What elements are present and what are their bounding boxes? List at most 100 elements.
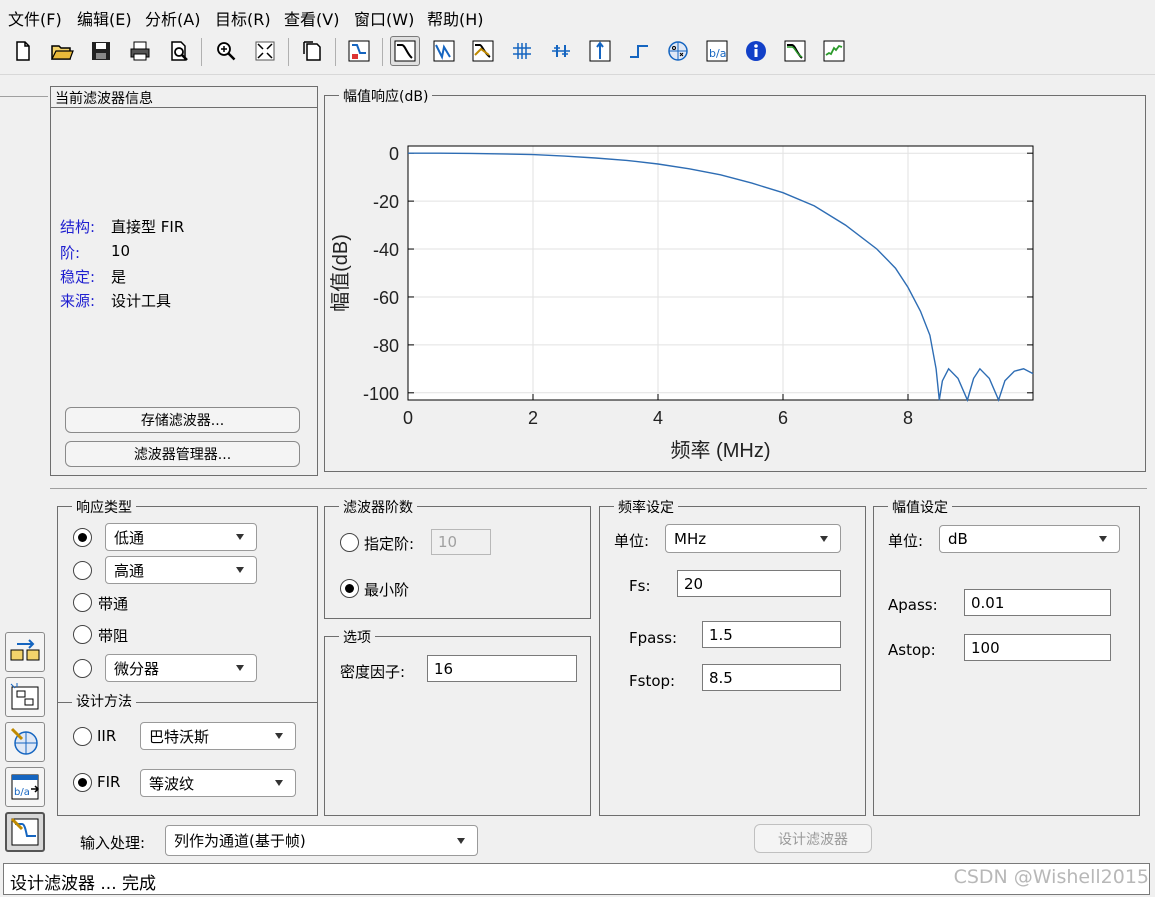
- save-icon[interactable]: [86, 36, 116, 66]
- info-key-source: 来源:: [60, 292, 96, 310]
- freq-units-label: 单位:: [614, 532, 650, 550]
- highpass-select[interactable]: 高通: [105, 556, 257, 584]
- zoom-in-icon[interactable]: [211, 36, 241, 66]
- design-method-title: 设计方法: [72, 691, 136, 711]
- group-delay-icon[interactable]: [507, 36, 537, 66]
- fpass-input[interactable]: 1.5: [702, 621, 841, 648]
- info-icon[interactable]: [741, 36, 771, 66]
- y-axis-label: 幅值(dB): [329, 234, 352, 312]
- design-filter-button[interactable]: 设计滤波器: [754, 824, 872, 853]
- coefficients-icon[interactable]: b/a: [702, 36, 732, 66]
- toolbar-separator: [288, 38, 289, 66]
- bandpass-radio[interactable]: [73, 593, 92, 612]
- x-tick-label: 8: [903, 408, 913, 428]
- iir-radio[interactable]: [73, 727, 92, 746]
- input-processing-select[interactable]: 列作为通道(基于帧): [165, 825, 478, 856]
- chevron-down-icon: [457, 837, 465, 844]
- iir-method-value: 巴特沃斯: [149, 727, 210, 746]
- info-value-order: 10: [111, 242, 131, 260]
- menu-view[interactable]: 查看(V): [284, 6, 339, 30]
- highpass-select-value: 高通: [114, 561, 145, 580]
- iir-method-select[interactable]: 巴特沃斯: [140, 722, 296, 750]
- minimum-order-radio[interactable]: [340, 579, 359, 598]
- side-realize-model-icon[interactable]: [5, 677, 45, 717]
- specify-order-radio[interactable]: [340, 533, 359, 552]
- frequency-specs-title: 频率设定: [614, 497, 678, 517]
- menu-window[interactable]: 窗口(W): [354, 6, 414, 30]
- magnitude-phase-icon[interactable]: [468, 36, 498, 66]
- side-transform-icon[interactable]: [5, 632, 45, 672]
- minimum-order-label: 最小阶: [364, 581, 410, 599]
- astop-input[interactable]: 100: [964, 634, 1111, 661]
- filter-spec-icon[interactable]: [344, 36, 374, 66]
- fir-method-value: 等波纹: [149, 774, 195, 793]
- bandstop-radio[interactable]: [73, 625, 92, 644]
- lowpass-select[interactable]: 低通: [105, 523, 257, 551]
- fir-radio[interactable]: [73, 773, 92, 792]
- astop-label: Astop:: [888, 641, 936, 659]
- fstop-label: Fstop:: [629, 672, 676, 690]
- menu-help[interactable]: 帮助(H): [427, 6, 484, 30]
- toolbar-separator: [335, 38, 336, 66]
- magnitude-estimate-icon[interactable]: [780, 36, 810, 66]
- lowpass-radio[interactable]: [73, 528, 92, 547]
- menu-analysis[interactable]: 分析(A): [145, 6, 200, 30]
- pole-zero-icon[interactable]: [663, 36, 693, 66]
- magnitude-response-icon[interactable]: [390, 36, 420, 66]
- watermark-text: CSDN @Wishell2015: [953, 866, 1149, 888]
- specify-order-input[interactable]: 10: [431, 529, 491, 555]
- y-tick-label: -60: [373, 288, 399, 308]
- density-factor-input[interactable]: 16: [427, 655, 577, 682]
- impulse-response-icon[interactable]: [585, 36, 615, 66]
- chevron-down-icon: [236, 665, 244, 671]
- full-view-icon[interactable]: [250, 36, 280, 66]
- chevron-down-icon: [236, 567, 244, 573]
- differentiator-select-value: 微分器: [114, 659, 160, 678]
- y-tick-label: -40: [373, 240, 399, 260]
- differentiator-select[interactable]: 微分器: [105, 654, 257, 682]
- info-value-stable: 是: [111, 268, 127, 286]
- round-off-noise-icon[interactable]: [819, 36, 849, 66]
- side-design-filter-icon[interactable]: [5, 812, 45, 852]
- fs-input[interactable]: 20: [677, 570, 841, 597]
- menu-file[interactable]: 文件(F): [8, 6, 62, 30]
- iir-label: IIR: [97, 727, 117, 745]
- new-file-icon[interactable]: [8, 36, 38, 66]
- divider: [50, 488, 1147, 489]
- menu-edit[interactable]: 编辑(E): [77, 6, 132, 30]
- open-folder-icon[interactable]: [47, 36, 77, 66]
- filter-order-title: 滤波器阶数: [339, 497, 417, 517]
- mag-units-select[interactable]: dB: [939, 525, 1120, 553]
- frequency-specs-panel: 频率设定 单位: MHz Fs: 20 Fpass: 1.5 Fstop: 8.…: [599, 497, 866, 816]
- toolbar-separator: [201, 38, 202, 66]
- fstop-input[interactable]: 8.5: [702, 664, 841, 691]
- new-window-icon[interactable]: [297, 36, 327, 66]
- freq-units-value: MHz: [674, 529, 707, 548]
- menu-bar: 文件(F) 编辑(E) 分析(A) 目标(R) 查看(V) 窗口(W) 帮助(H…: [0, 0, 1155, 32]
- differentiator-radio[interactable]: [73, 659, 92, 678]
- input-processing-label: 输入处理:: [80, 834, 146, 852]
- highpass-radio[interactable]: [73, 561, 92, 580]
- magnitude-response-panel: 幅值响应(dB) 0 2 4 6 8 0 -20 -40 -60 -80 -100 频率 (MHz) 幅…: [324, 86, 1146, 472]
- phase-delay-icon[interactable]: [546, 36, 576, 66]
- divider: [0, 96, 48, 97]
- store-filter-button[interactable]: 存储滤波器...: [65, 407, 300, 433]
- side-pole-zero-editor-icon[interactable]: [5, 722, 45, 762]
- bandpass-label: 带通: [98, 595, 129, 613]
- menu-targets[interactable]: 目标(R): [215, 6, 271, 30]
- magnitude-specs-panel: 幅值设定 单位: dB Apass: 0.01 Astop: 100: [873, 497, 1140, 816]
- status-text: 设计滤波器 ... 完成: [10, 874, 157, 894]
- apass-input[interactable]: 0.01: [964, 589, 1111, 616]
- filter-manager-button[interactable]: 滤波器管理器...: [65, 441, 300, 467]
- print-icon[interactable]: [125, 36, 155, 66]
- svg-text:b/a: b/a: [14, 787, 30, 798]
- phase-response-icon[interactable]: [429, 36, 459, 66]
- info-value-source: 设计工具: [111, 292, 172, 310]
- print-preview-icon[interactable]: [164, 36, 194, 66]
- side-import-filter-icon[interactable]: b/a: [5, 767, 45, 807]
- chevron-down-icon: [1099, 536, 1107, 542]
- fir-method-select[interactable]: 等波纹: [140, 769, 296, 797]
- freq-units-select[interactable]: MHz: [665, 524, 841, 553]
- step-response-icon[interactable]: [624, 36, 654, 66]
- options-title: 选项: [339, 627, 375, 647]
